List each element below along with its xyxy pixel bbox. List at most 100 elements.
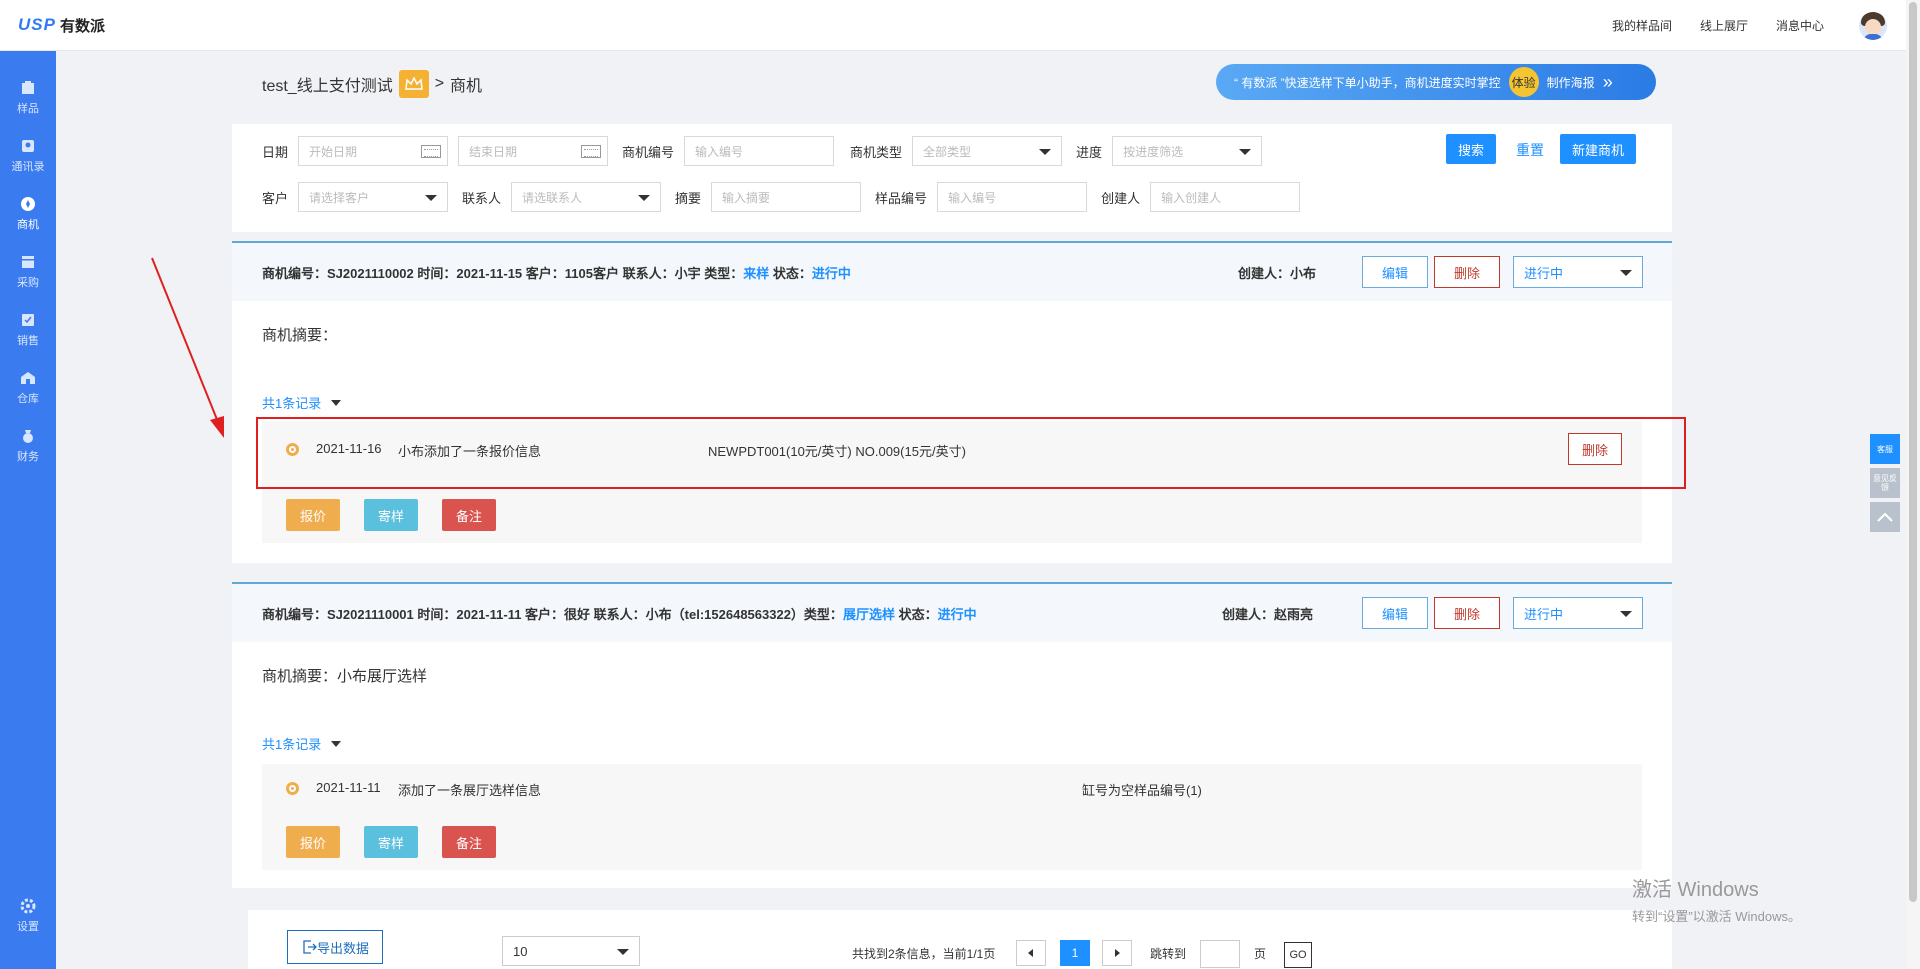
nav-message-center[interactable]: 消息中心	[1776, 17, 1824, 34]
card-header: 商机编号：SJ2021110002 时间：2021-11-15 客户：1105客…	[232, 243, 1672, 301]
delete-button[interactable]: 删除	[1434, 256, 1500, 288]
edit-button[interactable]: 编辑	[1362, 256, 1428, 288]
contact-label: 联系人	[462, 190, 502, 206]
end-date-input[interactable]: 结束日期	[458, 136, 609, 166]
sidebar-item-warehouse[interactable]: 仓库	[0, 355, 56, 413]
page-button[interactable]: 1	[1060, 940, 1090, 966]
sidebar-item-sample[interactable]: 样品	[0, 65, 56, 123]
code-input[interactable]: 输入编号	[684, 136, 835, 166]
card-type: 来样	[743, 266, 770, 281]
start-date-input[interactable]: 开始日期	[298, 136, 449, 166]
banner-action[interactable]: 制作海报	[1547, 74, 1595, 91]
chevron-down-icon	[1620, 611, 1632, 617]
sample-code-placeholder: 输入编号	[948, 190, 997, 205]
chevron-left-icon	[1028, 949, 1033, 957]
sidebar-item-label: 采购	[17, 277, 39, 289]
reset-button[interactable]: 重置	[1516, 140, 1544, 160]
finance-icon	[23, 430, 33, 443]
card-status: 进行中	[937, 607, 977, 622]
sidebar-item-opportunity[interactable]: 商机	[0, 181, 56, 239]
opportunity-icon	[21, 197, 35, 211]
nav-my-sample-room[interactable]: 我的样品间	[1612, 17, 1672, 34]
jump-page-input[interactable]	[1200, 940, 1240, 968]
contact-select[interactable]: 请选联系人	[511, 182, 662, 212]
top-nav: 我的样品间 线上展厅 消息中心	[1612, 17, 1824, 34]
avatar[interactable]	[1859, 12, 1887, 40]
banner-badge[interactable]: 体验	[1508, 67, 1539, 97]
quote-button[interactable]: 报价	[286, 499, 340, 531]
sales-icon	[22, 314, 34, 326]
summary-placeholder: 输入摘要	[722, 190, 771, 205]
export-icon	[303, 940, 317, 954]
sidebar-item-purchase[interactable]: 采购	[0, 239, 56, 297]
customer-service-button[interactable]: 客服	[1870, 434, 1900, 464]
records-count: 共1条记录	[262, 396, 322, 411]
date-label: 日期	[262, 144, 289, 160]
back-to-top-button[interactable]	[1870, 502, 1900, 532]
export-button[interactable]: 导出数据	[287, 930, 383, 964]
scrollbar-thumb[interactable]	[1909, 2, 1917, 902]
card-header: 商机编号：SJ2021110001 时间：2021-11-11 客户：很好 联系…	[232, 584, 1672, 642]
record-delete-button[interactable]: 删除	[1568, 433, 1622, 465]
sidebar-item-label: 仓库	[17, 393, 39, 405]
edit-button[interactable]: 编辑	[1362, 597, 1428, 629]
go-button[interactable]: GO	[1284, 942, 1312, 968]
sample-code-input[interactable]: 输入编号	[937, 182, 1088, 212]
watermark-line-1: 激活 Windows	[1632, 879, 1759, 901]
pagination-bar: 导出数据 10 共找到2条信息，当前1/1页 1 跳转到 页 GO	[248, 910, 1672, 969]
note-button[interactable]: 备注	[442, 826, 496, 858]
contacts-icon	[22, 140, 34, 152]
sample-code-label: 样品编号	[875, 190, 928, 206]
annotation-arrow-icon	[151, 257, 224, 438]
search-button[interactable]: 搜索	[1446, 134, 1497, 164]
creator-placeholder: 输入创建人	[1161, 190, 1222, 205]
purchase-icon	[22, 256, 34, 268]
record-row: 2021-11-11 添加了一条展厅选样信息 缸号为空样品编号(1)	[262, 764, 1642, 814]
card-status-label: 状态：	[769, 266, 812, 281]
note-button[interactable]: 备注	[442, 499, 496, 531]
delete-button[interactable]: 删除	[1434, 597, 1500, 629]
sidebar-item-finance[interactable]: 财务	[0, 413, 56, 471]
record-desc: 添加了一条展厅选样信息	[398, 783, 542, 798]
customer-select[interactable]: 请选择客户	[298, 182, 449, 212]
records-toggle[interactable]: 共1条记录	[262, 393, 342, 412]
send-sample-button[interactable]: 寄样	[364, 826, 418, 858]
logo-name: 有数派	[59, 17, 105, 35]
progress-select[interactable]: 进行中	[1513, 597, 1643, 629]
nav-online-showroom[interactable]: 线上展厅	[1700, 17, 1748, 34]
prev-page-button[interactable]	[1016, 940, 1046, 966]
sidebar-item-settings[interactable]: 设置	[0, 883, 56, 941]
feedback-button[interactable]: 意见反馈	[1870, 468, 1900, 498]
page-size-select[interactable]: 10	[502, 936, 640, 966]
record-detail: NEWPDT001(10元/英寸) NO.009(15元/英寸)	[708, 444, 966, 459]
sidebar-item-contacts[interactable]: 通讯录	[0, 123, 56, 181]
chevron-down-icon	[617, 949, 629, 955]
timeline-dot-icon	[286, 443, 299, 456]
scrollbar[interactable]	[1906, 0, 1920, 969]
progress-select[interactable]: 按进度筛选	[1112, 136, 1263, 166]
sidebar-item-sales[interactable]: 销售	[0, 297, 56, 355]
sidebar-item-label: 样品	[17, 103, 39, 115]
chevron-down-icon	[1239, 149, 1252, 155]
chevron-down-icon	[1620, 270, 1632, 276]
app-logo[interactable]: USP 有数派	[18, 14, 105, 36]
send-sample-button[interactable]: 寄样	[364, 499, 418, 531]
type-select[interactable]: 全部类型	[912, 136, 1063, 166]
progress-select[interactable]: 进行中	[1513, 256, 1643, 288]
gear-icon	[20, 898, 36, 914]
quote-button[interactable]: 报价	[286, 826, 340, 858]
card-status-label: 状态：	[894, 607, 938, 622]
shop-name[interactable]: test_线上支付测试	[262, 72, 393, 96]
sidebar-item-label: 商机	[17, 219, 39, 231]
chevron-down-icon	[331, 740, 342, 747]
promo-banner[interactable]: “ 有数派 ”快速选样下单小助手，商机进度实时掌控 体验 制作海报 »	[1216, 64, 1656, 100]
records-toggle[interactable]: 共1条记录	[262, 734, 342, 753]
summary-input[interactable]: 输入摘要	[711, 182, 862, 212]
next-page-button[interactable]	[1102, 940, 1132, 966]
sidebar-item-label: 销售	[17, 335, 39, 347]
customer-placeholder: 请选择客户	[309, 190, 370, 205]
code-label: 商机编号	[622, 144, 675, 160]
new-opportunity-button[interactable]: 新建商机	[1560, 134, 1637, 164]
customer-label: 客户	[262, 190, 289, 206]
creator-input[interactable]: 输入创建人	[1150, 182, 1301, 212]
